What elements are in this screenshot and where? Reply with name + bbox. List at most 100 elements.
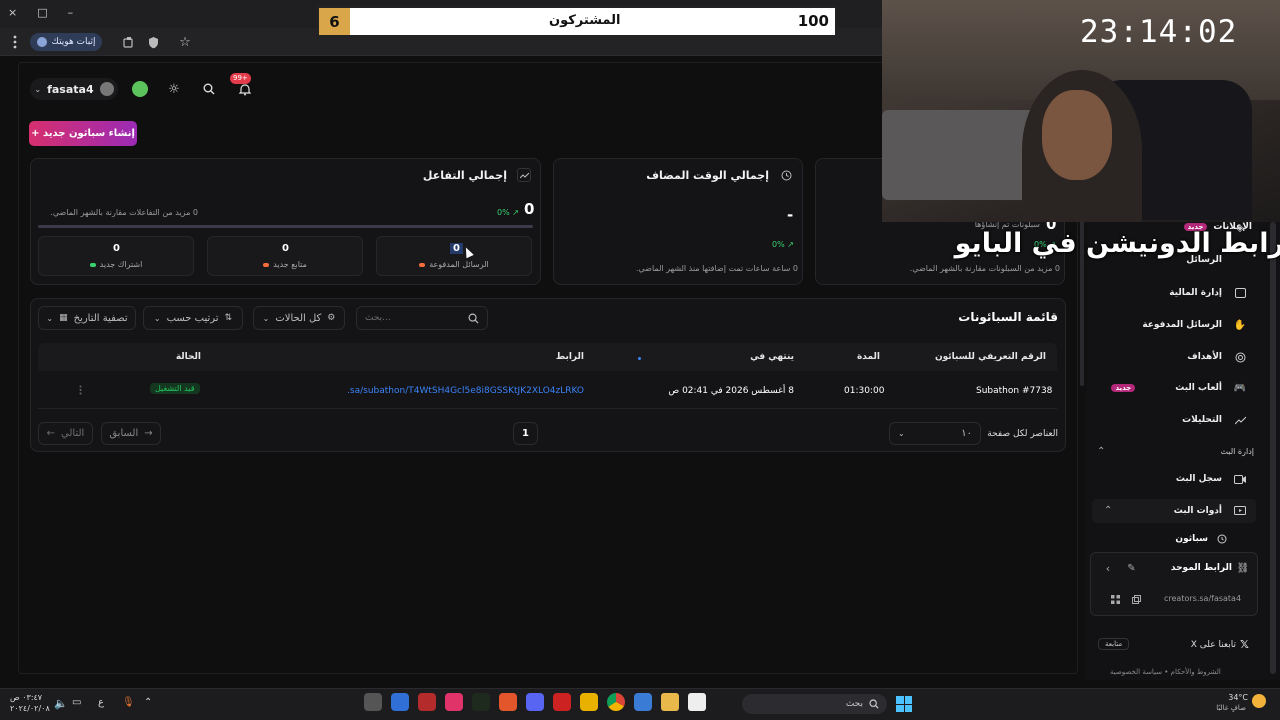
sidebar-item-paid-messages[interactable]: الرسائل المدفوعة [1142,320,1222,330]
sidebar-item-stream-games[interactable]: ألعاب البث جديد [1111,383,1222,393]
create-subathon-button[interactable]: + إنشاء سباثون جديد [29,121,137,146]
copy-icon[interactable] [1131,594,1141,604]
chevron-down-icon: ⌄ [262,313,270,323]
weather-desc: صافٍ غالبًا [1216,704,1246,712]
sidebar-item-stream-log[interactable]: سجل البث [1176,474,1222,484]
donation-bio-caption: رابط الدونيشن في البايو [954,228,1280,259]
app-icon-5[interactable] [472,693,490,711]
search-icon [468,313,479,324]
app-icon-3[interactable] [418,693,436,711]
extensions-icon[interactable] [122,35,136,49]
col-ends: ينتهي في [750,352,794,362]
identity-chip[interactable]: إثبات هويتك [30,33,102,51]
trend-icon [1234,414,1246,426]
user-menu[interactable]: ⌄ fasata4 [30,78,118,100]
sort-icon: ⇅ [224,313,233,323]
app-icon-2[interactable] [391,693,409,711]
chart-icon [517,168,531,182]
window-controls: × □ – [8,6,73,19]
windows-start-icon[interactable] [896,696,912,712]
row-actions-icon[interactable] [78,384,82,396]
brave-icon[interactable] [499,693,517,711]
chevron-left-icon[interactable]: ‹ [1103,562,1113,575]
sidebar-item-stream-tools[interactable]: أدوات البث [1174,506,1222,516]
app-icon-13[interactable] [688,693,706,711]
subathons-count-note: 0 مزيد من السبلونات مقارنة بالشهر الماضي… [909,264,1060,273]
unified-link-url[interactable]: creators.sa/fasata4 [1164,594,1241,603]
new-follower-label: متابع جديد [207,260,363,269]
row-id: Subathon #7738 [976,386,1053,396]
monitor-icon[interactable]: ▭ [72,697,81,708]
sidebar-item-subathon[interactable]: سباثون [1175,534,1208,544]
date-filter-dropdown[interactable]: ⌄ ▦ تصفية التاريخ [38,306,136,330]
weather-widget[interactable]: 34°C [1222,692,1248,703]
time-added-value: - [787,206,794,224]
engagement-progress-track [38,225,533,228]
search-icon[interactable] [202,82,216,96]
minimize-window-button[interactable]: – [68,6,74,19]
chevron-down-icon: ⌄ [46,313,54,323]
target-icon [1234,351,1246,363]
app-icon-9[interactable] [580,693,598,711]
status-badge: قيد التشغيل [150,383,200,394]
arrow-left-icon: ← [46,428,56,439]
taskbar-apps [364,693,706,711]
app-icon-8[interactable] [553,693,571,711]
row-duration: 01:30:00 [844,386,885,396]
per-page-select[interactable]: ⌄ ١٠ [889,422,981,445]
sort-indicator-dot [638,357,641,360]
shield-avatar-icon [36,37,47,47]
row-link[interactable]: sa/subathon/T4WtSH4Gcl5e8i8GSSKtJK2XLO4z… [348,386,584,396]
paid-messages-label: الرسائل المدفوعة [376,260,532,269]
bell-icon[interactable] [238,82,252,96]
chevron-up-icon[interactable]: ⌃ [1104,505,1112,516]
engagement-title: إجمالي التفاعل [422,169,507,182]
video-icon [1234,473,1246,485]
store-icon[interactable] [634,693,652,711]
clock-icon [1217,534,1227,544]
app-badge-icon[interactable] [132,81,148,97]
maximize-window-button[interactable]: □ [37,6,47,19]
tiktok-icon[interactable] [445,693,463,711]
sliders-icon: ⚙ [327,313,336,323]
app-icon-1[interactable] [364,693,382,711]
shield-icon[interactable] [146,35,160,49]
folder-icon[interactable] [661,693,679,711]
qr-code-icon[interactable] [1110,594,1120,604]
microphone-icon[interactable]: 🎙 [122,697,135,708]
wallet-icon [1234,287,1246,299]
taskbar-clock[interactable]: ٠٣:٤٧ ص ٢٠٢٤/٠٢/٠٨ [10,692,50,714]
bookmark-star-icon[interactable]: ☆ [178,35,192,50]
next-page-button[interactable]: ← التالي [38,422,93,445]
menu-dots-icon[interactable] [9,34,21,50]
weather-sun-icon [1252,694,1266,708]
sun-icon[interactable]: ☼ [167,82,181,97]
close-window-button[interactable]: × [8,6,17,19]
prev-page-button[interactable]: السابق → [101,422,161,445]
subscriber-goal-bar: 6 المشتركون 100 [317,6,837,37]
search-field[interactable]: بحث... [356,306,488,330]
chrome-icon[interactable] [607,693,625,711]
sidebar-scrollbar[interactable] [1270,222,1276,674]
sidebar-item-finance[interactable]: إدارة المالية [1169,288,1222,298]
chevron-up-icon[interactable]: ⌃ [1097,446,1105,457]
col-status: الحالة [175,352,201,362]
page-number-button[interactable]: 1 [513,422,538,445]
per-page-label: العناصر لكل صفحة [987,429,1058,439]
taskbar-search[interactable]: بحث [742,694,887,714]
sidebar-footer-links[interactable]: الشروط والأحكام • سياسة الخصوصية [1110,668,1221,676]
sidebar-item-goals[interactable]: الأهداف [1187,352,1222,362]
language-indicator[interactable]: ع [98,697,104,708]
engagement-change: 0% ↗ [497,208,519,217]
edit-pencil-icon[interactable]: ✎ [1126,563,1137,574]
status-filter-dropdown[interactable]: ⌄ كل الحالات ⚙ [253,306,345,330]
speaker-icon[interactable]: 🔈 [54,697,68,710]
col-duration: المدة [856,352,880,362]
link-icon: ⛓ [1236,562,1250,574]
follow-x-label: تابعنا على X [1190,640,1236,650]
discord-icon[interactable] [526,693,544,711]
sidebar-item-analytics[interactable]: التحليلات [1182,415,1222,425]
follow-button[interactable]: متابعة [1098,638,1130,650]
chevron-up-icon[interactable]: ⌃ [144,697,152,708]
sort-dropdown[interactable]: ⌄ ترتيب حسب ⇅ [143,306,243,330]
